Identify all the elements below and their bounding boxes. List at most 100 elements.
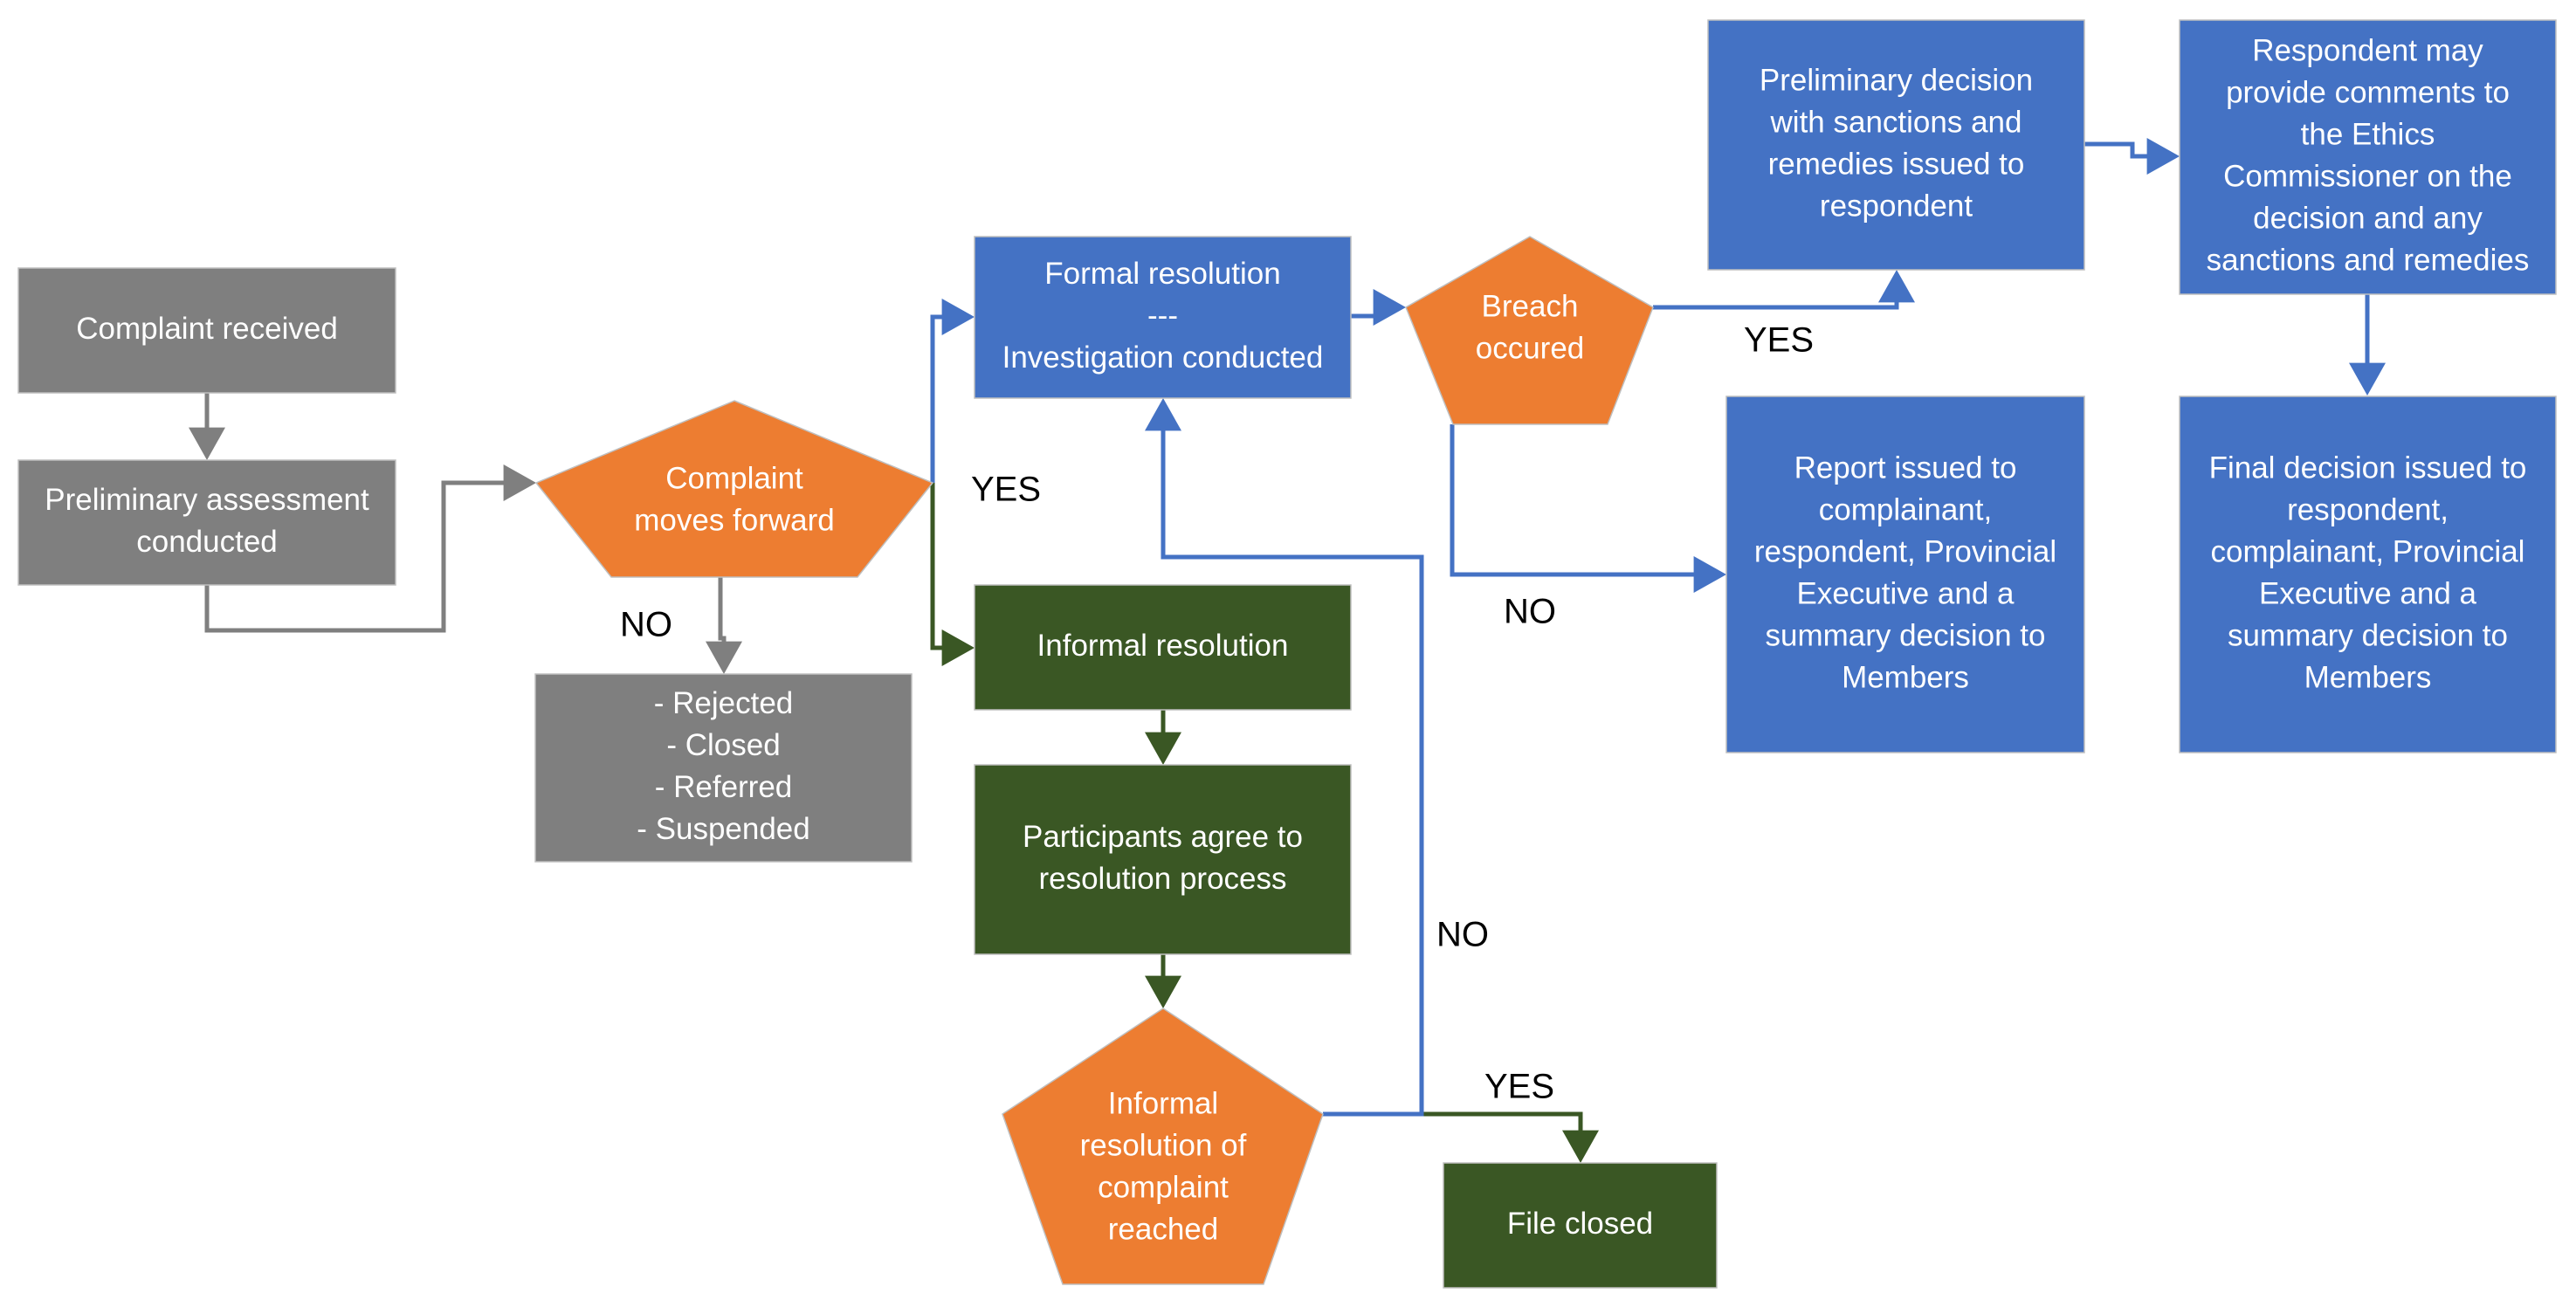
- node-text-line: Preliminary decision: [1760, 63, 2033, 97]
- node-text-line: Formal resolution: [1044, 257, 1280, 291]
- node-complaint-moves-forward: Complaint moves forward: [534, 400, 934, 578]
- node-text-line: Executive and a: [2259, 576, 2477, 610]
- arrowhead: [1373, 289, 1406, 326]
- node-text-line: Informal resolution: [1037, 629, 1289, 663]
- node-text-line: - Suspended: [637, 812, 809, 846]
- node-text-line: respondent: [1820, 189, 1973, 223]
- process-box: [1707, 19, 2085, 271]
- node-final-decision: Final decision issued to respondent, compl…: [2179, 396, 2557, 753]
- node-complaint-received: Complaint received: [17, 267, 396, 394]
- node-text-line: Breach: [1482, 289, 1579, 323]
- arrowhead: [1145, 975, 1181, 1008]
- node-text-line: complainant,: [1819, 492, 1992, 526]
- node-text-line: Members: [2304, 660, 2432, 694]
- node-informal-resolution: Informal resolution: [974, 584, 1352, 711]
- node-text-line: reached: [1108, 1212, 1218, 1246]
- edge-label-yes-breach: YES: [1744, 321, 1814, 360]
- process-box: [17, 459, 396, 586]
- connector-line: [1450, 424, 1696, 577]
- edge-informal-resolution-to-participants-agree: [1145, 710, 1181, 765]
- edge-complaint-moves-forward-to-outcomes-no: [706, 577, 742, 674]
- node-text-line: Report issued to: [1794, 451, 2017, 485]
- process-box: [974, 764, 1352, 955]
- arrowhead: [503, 464, 536, 501]
- node-outcomes-no: - Rejected - Closed - Referred - Suspended: [534, 673, 913, 863]
- node-formal-resolution: Formal resolution --- Investigation conduc…: [974, 236, 1352, 399]
- node-preliminary-decision: Preliminary decision with sanctions and re…: [1707, 19, 2085, 271]
- node-report-issued: Report issued to complainant, respondent, …: [1725, 396, 2085, 753]
- node-text-line: Final decision issued to: [2209, 451, 2527, 485]
- node-text-line: sanctions and remedies: [2207, 243, 2530, 277]
- node-text-line: moves forward: [634, 503, 835, 537]
- flowchart: Complaint received Preliminary assessment…: [17, 19, 2557, 1289]
- node-text-line: - Closed: [666, 728, 780, 762]
- node-text-line: with sanctions and: [1770, 105, 2022, 139]
- arrowhead: [941, 299, 975, 335]
- edge-complaint-moves-forward-to-formal-resolution: [930, 299, 975, 483]
- edge-respondent-comments-to-final-decision: [2349, 294, 2386, 396]
- edge-formal-resolution-to-breach-occured: [1351, 289, 1406, 326]
- connector-line: [1653, 301, 1899, 310]
- node-text-line: Complaint: [665, 461, 803, 495]
- edge-complaint-moves-forward-to-informal-resolution: [930, 483, 975, 666]
- connector-line: [2084, 141, 2150, 159]
- arrowhead: [1562, 1130, 1599, 1163]
- arrowhead: [1878, 270, 1915, 303]
- edge-label-yes-forward: YES: [971, 471, 1041, 509]
- edge-informal-reached-to-formal-resolution: [1145, 398, 1424, 1117]
- edge-preliminary-decision-to-respondent-comments: [2084, 138, 2180, 175]
- arrowhead: [1145, 732, 1181, 765]
- edge-breach-occured-to-report-issued: [1450, 424, 1726, 593]
- node-text-line: decision and any: [2253, 201, 2483, 235]
- node-text-line: complaint: [1098, 1170, 1229, 1204]
- process-box: [2179, 396, 2557, 753]
- node-text-line: ---: [1147, 299, 1178, 333]
- edge-participants-agree-to-informal-reached: [1145, 954, 1181, 1008]
- node-text-line: complainant, Provincial: [2211, 534, 2525, 568]
- node-text-line: Executive and a: [1796, 576, 2015, 610]
- node-text-line: resolution of: [1080, 1128, 1247, 1162]
- process-box: [1725, 396, 2085, 753]
- node-text-line: conducted: [136, 525, 278, 559]
- node-text-line: - Referred: [655, 770, 793, 804]
- connector-line: [930, 314, 943, 483]
- node-informal-reached: Informal resolution of complaint reached: [1002, 1008, 1324, 1285]
- node-text-line: File closed: [1507, 1207, 1653, 1241]
- node-respondent-comments: Respondent may provide comments to the Eth…: [2179, 19, 2557, 295]
- node-participants-agree: Participants agree to resolution process: [974, 764, 1352, 955]
- node-text-line: Commissioner on the: [2223, 159, 2512, 193]
- node-text-line: the Ethics: [2301, 117, 2435, 151]
- node-text-line: remedies issued to: [1768, 147, 2025, 181]
- node-text-line: Investigation conducted: [1002, 341, 1324, 375]
- node-text-line: provide comments to: [2226, 75, 2510, 109]
- arrowhead: [2349, 362, 2386, 396]
- node-preliminary-assessment: Preliminary assessment conducted: [17, 459, 396, 586]
- arrowhead: [1145, 398, 1181, 431]
- node-file-closed: File closed: [1443, 1162, 1718, 1289]
- node-text-line: Members: [1842, 660, 1969, 694]
- node-text-line: Respondent may: [2252, 33, 2483, 67]
- node-text-line: Participants agree to: [1023, 820, 1303, 854]
- connector-line: [930, 483, 943, 650]
- arrowhead: [189, 427, 225, 460]
- node-breach-occured: Breach occured: [1405, 236, 1654, 425]
- node-text-line: summary decision to: [2228, 618, 2508, 652]
- node-text-line: summary decision to: [1766, 618, 2046, 652]
- arrowhead: [706, 641, 742, 674]
- node-text-line: Informal: [1108, 1086, 1218, 1120]
- edge-informal-reached-to-file-closed: [1422, 1111, 1599, 1163]
- arrowhead: [1693, 556, 1726, 593]
- connector-line: [718, 577, 727, 646]
- edge-breach-occured-to-preliminary-decision: [1653, 270, 1915, 310]
- arrowhead: [2146, 138, 2180, 175]
- node-text-line: Complaint received: [76, 312, 338, 346]
- node-text-line: Preliminary assessment: [45, 483, 369, 517]
- edge-complaint-received-to-preliminary-assessment: [189, 393, 225, 460]
- arrowhead: [941, 629, 975, 666]
- node-text-line: occured: [1476, 331, 1585, 365]
- node-text-line: resolution process: [1038, 862, 1286, 896]
- node-text-line: - Rejected: [654, 686, 794, 720]
- node-text-line: respondent,: [2287, 492, 2449, 526]
- edge-label-no-informal: NO: [1436, 916, 1489, 954]
- edge-label-no-breach: NO: [1504, 593, 1556, 631]
